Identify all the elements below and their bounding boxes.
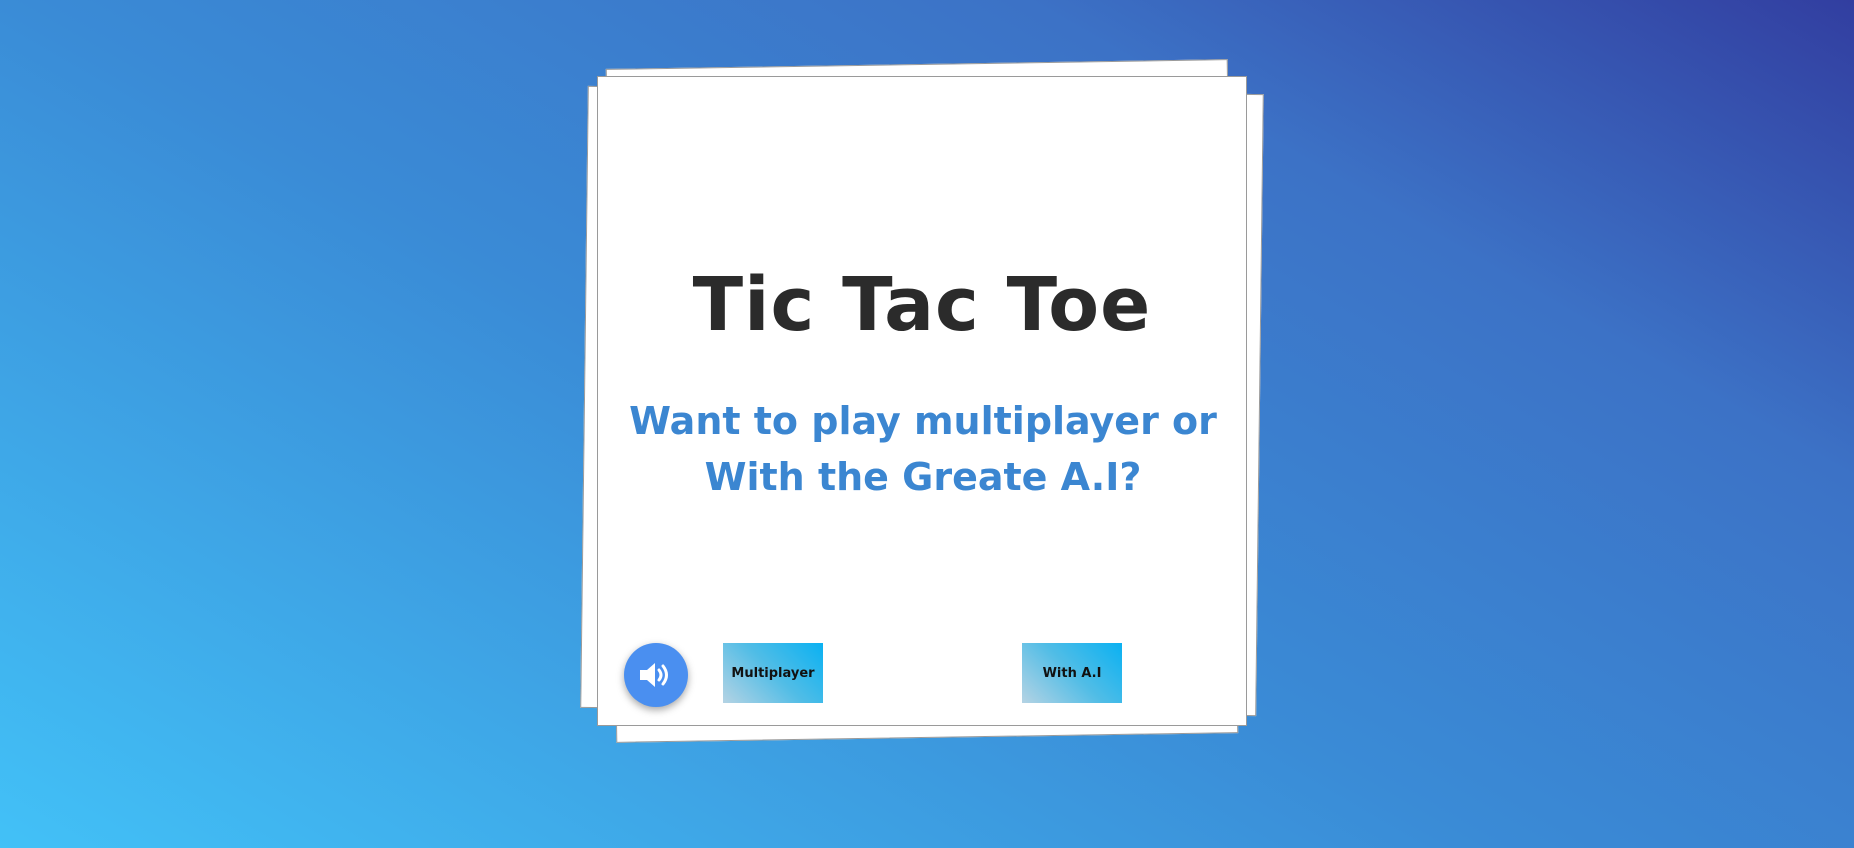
speaker-volume-icon [638,660,674,690]
game-title: Tic Tac Toe [692,262,1152,348]
sound-toggle-button[interactable] [624,643,688,707]
mode-question: Want to play multiplayer or With the Gre… [629,399,1217,499]
with-ai-button[interactable]: With A.I [1022,643,1122,703]
multiplayer-button[interactable]: Multiplayer [723,643,823,703]
game-screen: { "game": { "title": "Tic Tac Toe", "que… [0,0,1854,848]
menu-card: Tic Tac Toe Want to play multiplayer or … [597,76,1247,726]
